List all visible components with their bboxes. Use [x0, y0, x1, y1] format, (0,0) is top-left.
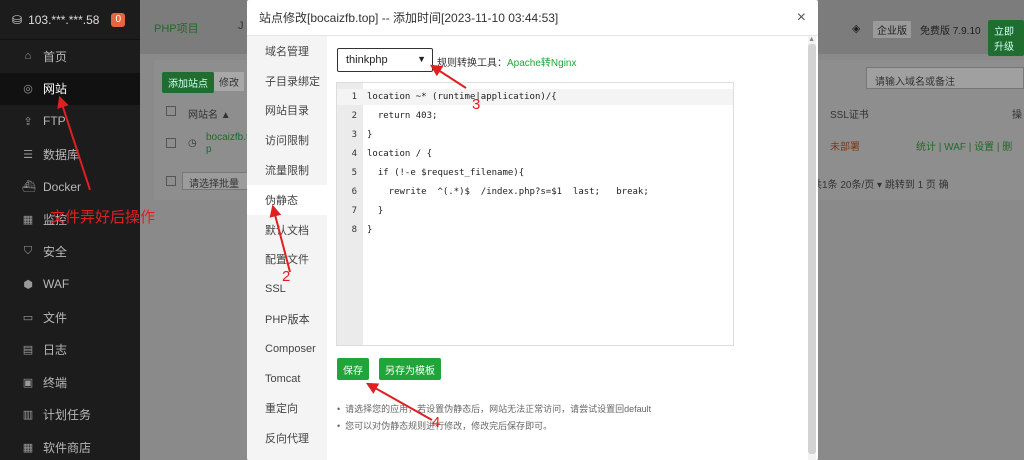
- annotation-arrows: [57, 64, 467, 421]
- arrow-4: [365, 382, 433, 421]
- annotation-2: 2: [282, 268, 291, 285]
- annotation-3: 3: [472, 96, 481, 113]
- annotation-4: 4: [432, 414, 441, 431]
- annotation-text: 文件弄好后操作: [50, 209, 156, 226]
- arrow-2: [269, 204, 291, 273]
- arrow-1: [57, 95, 91, 191]
- screen: ⛁ 103.***.***.58 0 ⌂ 首页 ◎ 网站 ⇪ FTP ☰ 数据库 ⛴ Docker…: [0, 0, 1024, 460]
- arrow-3: [429, 64, 467, 89]
